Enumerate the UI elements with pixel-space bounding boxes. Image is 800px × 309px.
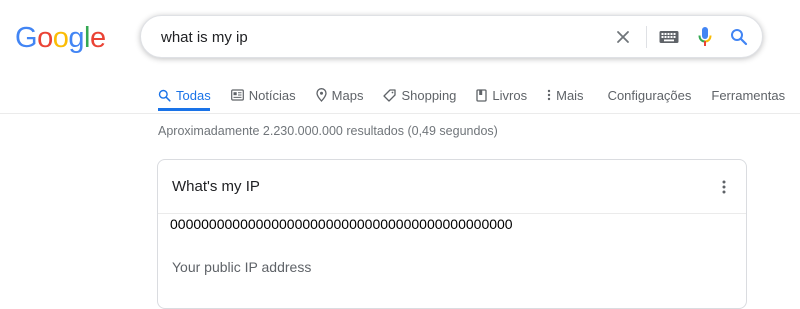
tab-label: Notícias <box>248 87 296 103</box>
search-input[interactable] <box>159 16 593 59</box>
search-button[interactable] <box>725 16 753 57</box>
logo-letter: e <box>89 22 106 54</box>
card-divider <box>158 213 746 214</box>
search-box <box>140 15 763 59</box>
mic-icon <box>698 26 712 46</box>
ip-address-value: 0000000000000000000000000000000000000000… <box>170 216 513 232</box>
logo-letter: g <box>68 22 84 54</box>
active-tab-indicator <box>158 108 210 111</box>
keyboard-button[interactable] <box>656 16 682 57</box>
header-divider <box>0 113 800 114</box>
logo-letter: o <box>52 22 69 54</box>
tab-configuracoes[interactable]: Configurações <box>608 88 692 103</box>
card-title: What's my IP <box>172 178 260 195</box>
tab-ferramentas[interactable]: Ferramentas <box>711 88 785 103</box>
tab-label: Shopping <box>401 87 457 103</box>
search-icon <box>731 28 748 45</box>
ip-address-caption: Your public IP address <box>172 259 312 275</box>
logo-letter: G <box>15 22 38 54</box>
tab-label: Configurações <box>607 87 692 103</box>
tab-shopping[interactable]: Shopping <box>383 88 456 103</box>
tab-mais[interactable]: Mais <box>547 87 584 103</box>
tab-label: Mais <box>556 87 584 103</box>
tab-label: Livros <box>492 87 528 103</box>
tab-label: Todas <box>176 87 211 103</box>
tab-livros[interactable]: Livros <box>476 88 527 103</box>
tab-label: Maps <box>331 87 364 103</box>
tab-noticias[interactable]: Notícias <box>230 87 296 103</box>
map-pin-icon <box>316 88 327 102</box>
close-icon <box>617 30 629 43</box>
tab-maps[interactable]: Maps <box>316 87 364 103</box>
result-stats: Aproximadamente 2.230.000.000 resultados… <box>158 124 498 138</box>
logo-letter: o <box>37 22 53 54</box>
tab-label: Ferramentas <box>711 87 786 103</box>
search-tabs: Todas Notícias Maps Shopping Livros Mais… <box>158 85 800 105</box>
tab-todas[interactable]: Todas <box>158 88 211 103</box>
voice-search-button[interactable] <box>692 16 718 57</box>
google-logo[interactable]: Google <box>15 21 106 55</box>
tag-icon <box>383 88 397 102</box>
more-vert-icon <box>547 89 551 101</box>
search-icon <box>158 89 171 102</box>
ip-answer-card: What's my IP 000000000000000000000000000… <box>157 159 747 309</box>
news-icon <box>230 89 244 101</box>
keyboard-icon <box>659 30 679 43</box>
book-icon <box>476 88 488 102</box>
search-divider <box>646 26 647 48</box>
more-vert-icon <box>722 180 726 194</box>
clear-search-button[interactable] <box>609 16 637 57</box>
card-menu-button[interactable] <box>714 176 734 198</box>
